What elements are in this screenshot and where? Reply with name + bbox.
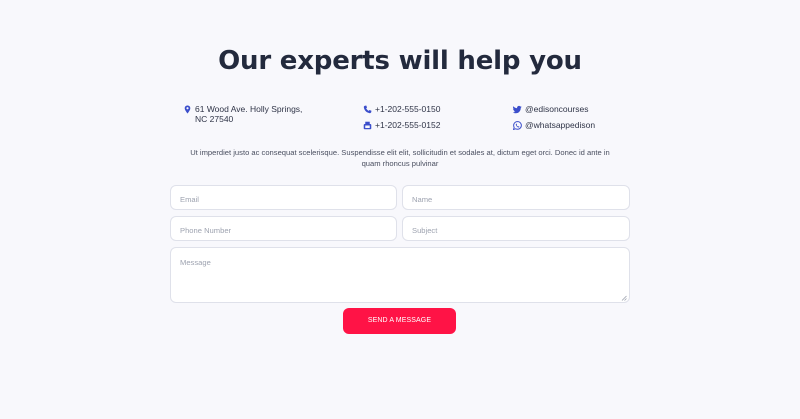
name-placeholder: Name bbox=[412, 195, 433, 204]
subject-placeholder: Subject bbox=[412, 226, 438, 235]
twitter-icon bbox=[512, 104, 522, 114]
name-field[interactable]: Name bbox=[402, 185, 630, 210]
whatsapp-info[interactable]: @whatsappedison bbox=[512, 120, 595, 130]
twitter-info[interactable]: @edisoncourses bbox=[512, 104, 588, 114]
subject-field[interactable]: Subject bbox=[402, 216, 630, 241]
phone-info-1[interactable]: +1-202-555-0150 bbox=[362, 104, 440, 114]
phone-number-field[interactable]: Phone Number bbox=[170, 216, 397, 241]
address-info: 61 Wood Ave. Holly Springs, NC 27540 bbox=[182, 104, 310, 124]
phone-number-placeholder: Phone Number bbox=[180, 226, 232, 235]
twitter-handle: @edisoncourses bbox=[525, 104, 589, 114]
phone-info-2[interactable]: +1-202-555-0152 bbox=[362, 120, 440, 130]
phone-text-1: +1-202-555-0150 bbox=[375, 104, 441, 114]
page-title: Our experts will help you bbox=[218, 46, 582, 76]
message-placeholder: Message bbox=[180, 258, 211, 267]
resize-handle-icon[interactable] bbox=[621, 294, 627, 301]
contact-section: Our experts will help you 61 Wood Ave. H… bbox=[0, 0, 800, 419]
address-text: 61 Wood Ave. Holly Springs, NC 27540 bbox=[195, 104, 303, 124]
phone-text-2: +1-202-555-0152 bbox=[375, 120, 441, 130]
whatsapp-icon bbox=[512, 120, 522, 130]
send-message-button[interactable]: SEND A MESSAGE bbox=[343, 308, 456, 334]
whatsapp-handle: @whatsappedison bbox=[525, 120, 596, 130]
location-icon bbox=[182, 104, 192, 114]
message-textarea[interactable]: Message bbox=[170, 247, 630, 303]
description-text: Ut imperdiet justo ac consequat sceleris… bbox=[190, 148, 610, 168]
email-field[interactable]: Email bbox=[170, 185, 397, 210]
email-placeholder: Email bbox=[180, 195, 199, 204]
fax-icon bbox=[362, 120, 372, 130]
phone-icon bbox=[362, 104, 372, 114]
